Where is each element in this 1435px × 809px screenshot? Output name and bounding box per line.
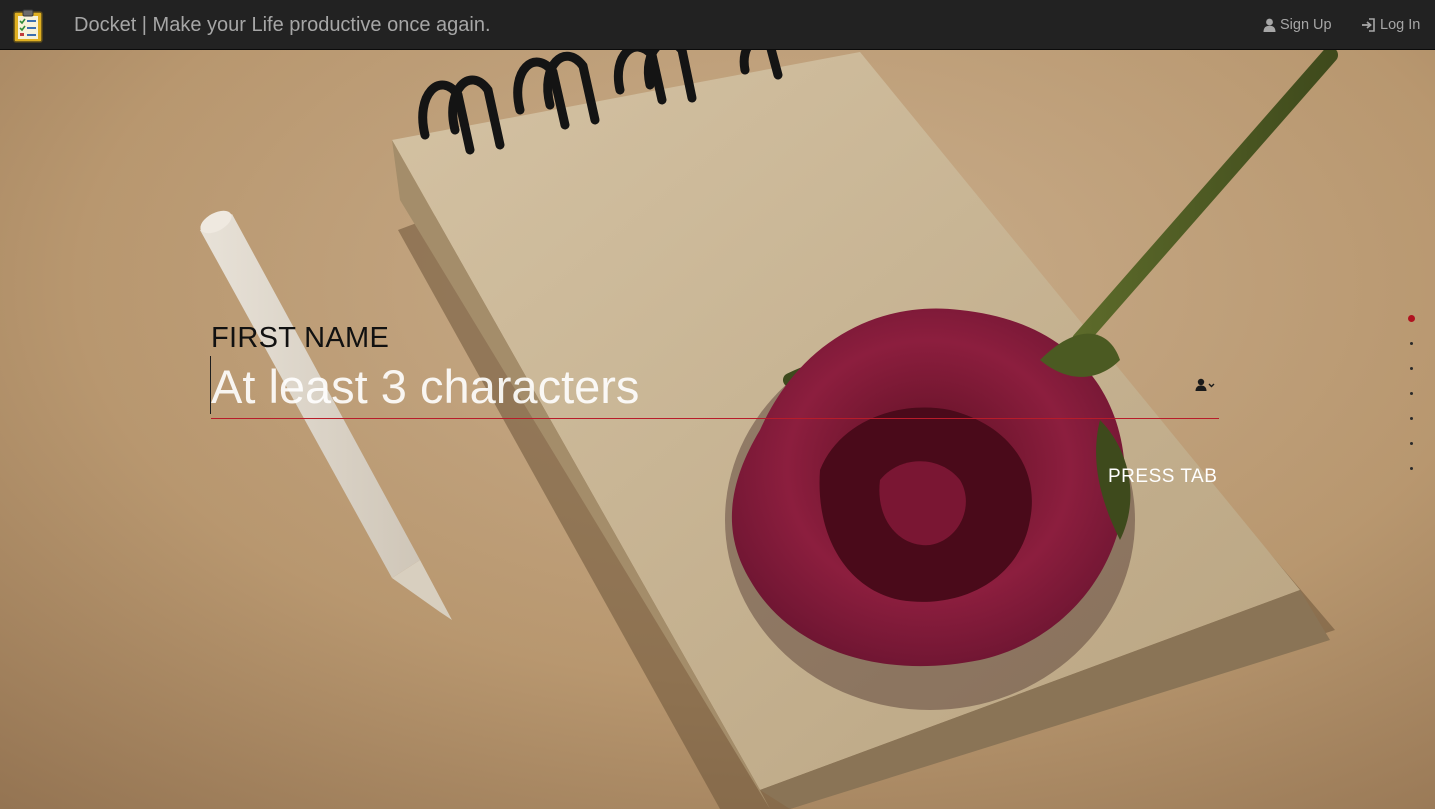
user-icon (1263, 18, 1276, 32)
sign-up-link[interactable]: Sign Up (1263, 16, 1332, 34)
sign-up-label: Sign Up (1280, 17, 1332, 33)
step-dot[interactable] (1410, 392, 1413, 395)
navbar: Docket | Make your Life productive once … (0, 0, 1435, 50)
step-dot[interactable] (1408, 315, 1415, 322)
clipboard-checklist-icon[interactable] (13, 9, 43, 43)
step-dot[interactable] (1410, 417, 1413, 420)
step-dot[interactable] (1410, 467, 1413, 470)
step-dot[interactable] (1410, 442, 1413, 445)
first-name-label: FIRST NAME (211, 322, 390, 354)
step-indicator (1405, 312, 1419, 482)
user-dropdown-icon[interactable] (1194, 378, 1220, 392)
sign-in-icon (1361, 18, 1376, 32)
press-tab-hint: PRESS TAB (1108, 466, 1218, 487)
log-in-label: Log In (1380, 17, 1421, 33)
step-dot[interactable] (1410, 367, 1413, 370)
step-dot[interactable] (1410, 342, 1413, 345)
log-in-link[interactable]: Log In (1361, 16, 1420, 34)
input-underline (211, 418, 1219, 419)
brand-title[interactable]: Docket | Make your Life productive once … (74, 13, 491, 37)
first-name-input[interactable] (211, 358, 1171, 414)
text-cursor (210, 356, 211, 414)
